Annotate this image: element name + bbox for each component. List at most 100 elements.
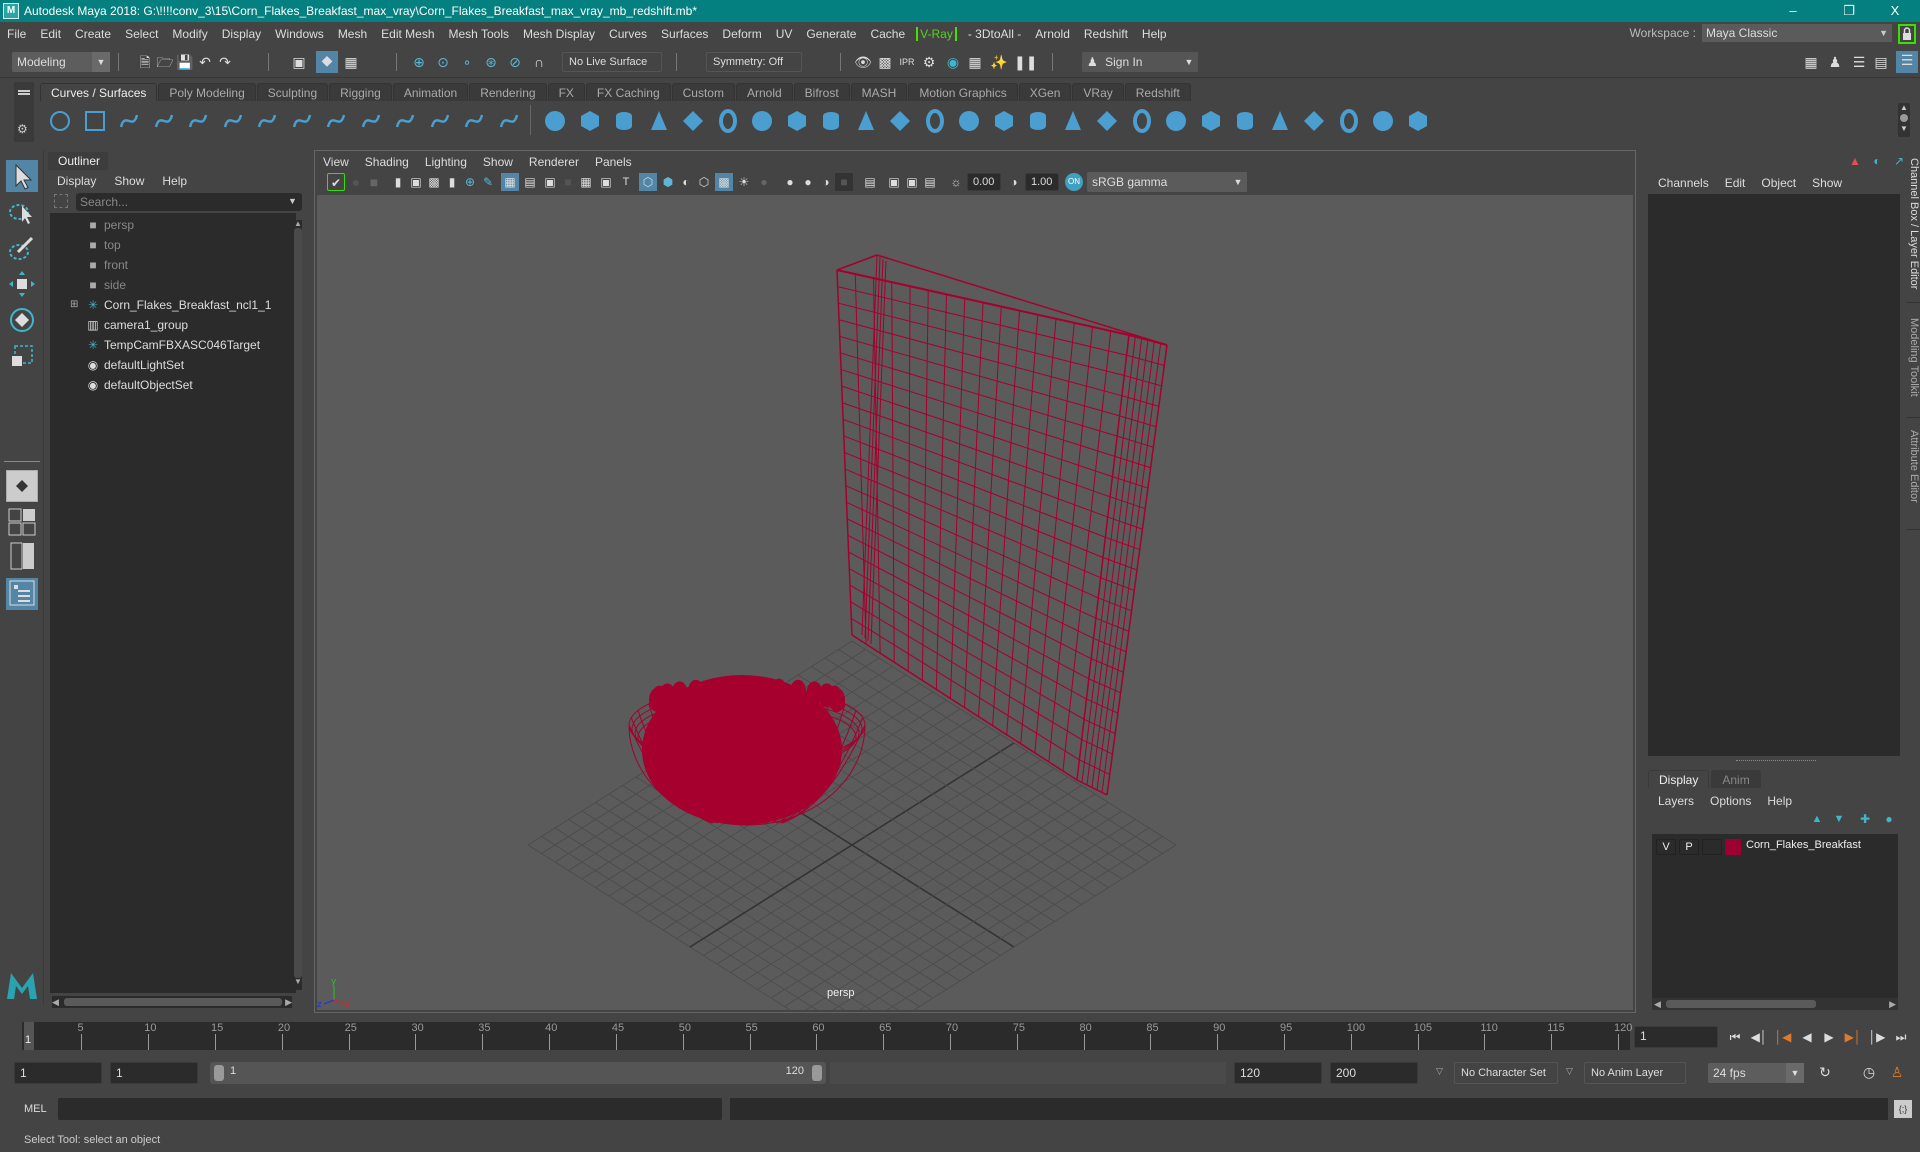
character-controls-icon[interactable]: ♟	[1826, 53, 1844, 71]
untrim-icon[interactable]	[1130, 109, 1154, 133]
nurbs-circle-icon[interactable]	[48, 109, 72, 133]
shelf-tab-rigging[interactable]: Rigging	[329, 83, 392, 101]
align-icon[interactable]	[1233, 109, 1257, 133]
revolve-icon[interactable]	[750, 109, 774, 133]
step-back-key-icon[interactable]: │◀	[1774, 1028, 1792, 1046]
single-perspective-view-icon[interactable]	[6, 470, 38, 502]
snap-point-icon[interactable]: ∘	[458, 53, 476, 71]
nurbs-cylinder-icon[interactable]	[612, 109, 636, 133]
restore-button[interactable]: ❐	[1826, 0, 1872, 22]
hypershade-icon[interactable]: ◉	[944, 53, 962, 71]
nurbs-square-icon[interactable]	[83, 109, 107, 133]
playback-start-field[interactable]: 1	[110, 1062, 198, 1084]
safe-action-icon[interactable]: ▣	[597, 173, 615, 191]
script-editor-icon[interactable]: {;}	[1894, 1100, 1912, 1118]
command-input[interactable]	[58, 1098, 722, 1120]
menu-edit[interactable]: Edit	[33, 27, 68, 41]
outliner-item[interactable]: ◉ defaultObjectSet	[50, 375, 290, 395]
pause-viewport-icon[interactable]: ❚❚	[1014, 53, 1037, 71]
current-frame-field[interactable]: 1	[1634, 1026, 1718, 1048]
shelf-tab-mash[interactable]: MASH	[850, 83, 908, 101]
layer-menu-options[interactable]: Options	[1702, 792, 1759, 810]
play-backwards-icon[interactable]: ◀	[1798, 1028, 1816, 1046]
render-setup-icon[interactable]: ▦	[966, 53, 984, 71]
speed-icon[interactable]: ◐	[1868, 152, 1886, 170]
menu-redshift[interactable]: Redshift	[1077, 27, 1135, 41]
layer-visibility-toggle[interactable]: V	[1656, 839, 1676, 855]
step-forward-key-icon[interactable]: ▶│	[1844, 1028, 1862, 1046]
menu-3dtoall[interactable]: - 3DtoAll -	[961, 27, 1028, 41]
menu-mesh-display[interactable]: Mesh Display	[516, 27, 602, 41]
menu-arnold[interactable]: Arnold	[1028, 27, 1077, 41]
camera-attributes-icon[interactable]: ●	[347, 173, 365, 191]
scale-tool-icon[interactable]	[6, 340, 38, 372]
layer-color-swatch[interactable]	[1725, 839, 1741, 855]
snap-grid-icon[interactable]: ⊕	[410, 53, 428, 71]
scene-canvas[interactable]: y x z	[317, 195, 1633, 1010]
channel-menu-edit[interactable]: Edit	[1717, 174, 1754, 192]
shelf-tab-redshift[interactable]: Redshift	[1124, 83, 1191, 101]
snap-magnet-icon[interactable]: ∩	[530, 53, 548, 71]
live-surface-field[interactable]: No Live Surface	[562, 52, 662, 72]
menu-vray[interactable]: V-Ray	[916, 26, 957, 41]
menu-cache[interactable]: Cache	[863, 27, 912, 41]
outliner-item[interactable]: ⊞ ✳ Corn_Flakes_Breakfast_ncl1_1	[50, 295, 290, 315]
fillet-icon[interactable]	[462, 109, 486, 133]
gamma-icon[interactable]: ◑	[1005, 173, 1023, 191]
play-forwards-icon[interactable]: ▶	[1820, 1028, 1838, 1046]
snap-live-icon[interactable]: ⊘	[506, 53, 524, 71]
menu-edit-mesh[interactable]: Edit Mesh	[374, 27, 441, 41]
arc-icon[interactable]	[359, 109, 383, 133]
redo-icon[interactable]: ↷	[216, 53, 234, 71]
viewport-menu-show[interactable]: Show	[475, 153, 521, 171]
menu-surfaces[interactable]: Surfaces	[654, 27, 715, 41]
xray-components-icon[interactable]: ▤	[921, 173, 939, 191]
field-chart-icon[interactable]: ▦	[577, 173, 595, 191]
four-view-layout-icon[interactable]	[6, 508, 38, 536]
menu-deform[interactable]: Deform	[715, 27, 768, 41]
menu-curves[interactable]: Curves	[602, 27, 654, 41]
pencil-curve-icon[interactable]	[152, 109, 176, 133]
channel-menu-object[interactable]: Object	[1753, 174, 1804, 192]
channel-box-icon[interactable]: ☰	[1896, 51, 1918, 73]
menu-help[interactable]: Help	[1135, 27, 1174, 41]
outliner-layout-icon[interactable]	[6, 578, 38, 610]
channel-menu-channels[interactable]: Channels	[1650, 174, 1717, 192]
time-slider-track[interactable]: 1 5 10 15 20 25 30 35 40 45 50 55 60 65 70 75 80 85 90 95 10…	[22, 1022, 1632, 1050]
outliner-item[interactable]: ■ persp	[50, 215, 290, 235]
menu-mesh[interactable]: Mesh	[331, 27, 374, 41]
nurbs-plane-icon[interactable]	[681, 109, 705, 133]
depth-of-field-icon[interactable]: ■	[835, 173, 853, 191]
loft-icon[interactable]	[785, 109, 809, 133]
select-tool-icon[interactable]	[6, 160, 38, 192]
shelf-tab-rendering[interactable]: Rendering	[469, 83, 547, 101]
viewport-menu-view[interactable]: View	[315, 153, 357, 171]
insert-knot-icon[interactable]	[497, 109, 521, 133]
shelf-tab-sculpting[interactable]: Sculpting	[256, 83, 329, 101]
paint-select-tool-icon[interactable]	[6, 232, 38, 264]
range-start-handle[interactable]	[214, 1065, 224, 1081]
move-layer-up-icon[interactable]: ▲	[1808, 810, 1826, 828]
smooth-shade-icon[interactable]: ⬢	[659, 173, 677, 191]
trim-icon[interactable]	[1095, 109, 1119, 133]
cv-curve-icon[interactable]	[117, 109, 141, 133]
anim-preferences-icon[interactable]: ♙	[1888, 1063, 1906, 1081]
outliner-item[interactable]: ▥ camera1_group	[50, 315, 290, 335]
anim-layer-dropdown[interactable]: No Anim Layer	[1584, 1062, 1686, 1084]
project-curve-icon[interactable]	[1061, 109, 1085, 133]
new-scene-icon[interactable]: 🗎	[136, 53, 154, 71]
outliner-item[interactable]: ■ top	[50, 235, 290, 255]
menu-generate[interactable]: Generate	[799, 27, 863, 41]
end-time-field[interactable]: 200	[1330, 1062, 1418, 1084]
film-gate-icon[interactable]: ▤	[521, 173, 539, 191]
offset-curve-icon[interactable]	[393, 109, 417, 133]
outliner-item[interactable]: ✳ TempCamFBXASC046Target	[50, 335, 290, 355]
shelf-tab-xgen[interactable]: XGen	[1018, 83, 1072, 101]
close-button[interactable]: X	[1872, 0, 1918, 22]
isolate-select-icon[interactable]: ▤	[861, 173, 879, 191]
viewport-menu-renderer[interactable]: Renderer	[521, 153, 587, 171]
move-layer-down-icon[interactable]: ▼	[1830, 810, 1848, 828]
new-layer-icon[interactable]: ✚	[1856, 810, 1874, 828]
tool-settings-icon[interactable]: ▤	[1872, 53, 1890, 71]
outliner-search-input[interactable]: Search...	[76, 193, 302, 211]
